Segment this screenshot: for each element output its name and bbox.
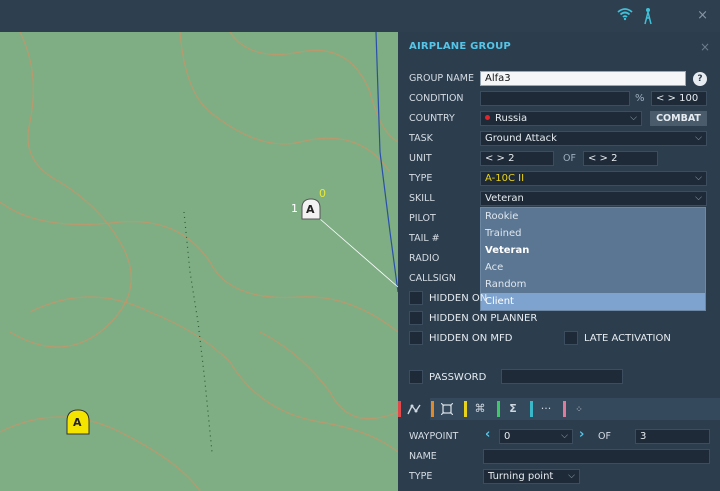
skill-option-random[interactable]: Random — [481, 276, 705, 293]
waypoint-name-input[interactable] — [483, 449, 710, 464]
waypoint-label: WAYPOINT — [409, 431, 459, 442]
group-name-input[interactable]: Alfa3 — [480, 71, 686, 86]
route-icon — [407, 404, 421, 415]
dots-icon: ··· — [540, 402, 552, 415]
task-value: Ground Attack — [485, 133, 557, 144]
help-icon[interactable]: ? — [693, 72, 707, 86]
skill-option-ace[interactable]: Ace — [481, 259, 705, 276]
waypoint-next-icon[interactable]: › — [579, 427, 584, 442]
tab-color-bar — [497, 401, 500, 417]
waypoint-of-label: OF — [598, 431, 611, 442]
country-select[interactable]: Russia ⌵ — [480, 111, 642, 126]
chevron-down-icon: ⌵ — [695, 173, 702, 183]
sigma-icon: Σ — [509, 402, 517, 415]
tab-color-bar — [563, 401, 566, 417]
tab-radio[interactable]: ··· — [530, 398, 562, 420]
skill-option-client[interactable]: Client — [481, 293, 705, 310]
skill-select[interactable]: Veteran ⌵ — [480, 191, 707, 206]
password-checkbox[interactable] — [409, 370, 423, 384]
unit-of-label: OF — [563, 153, 576, 164]
late-activation-label: LATE ACTIVATION — [584, 333, 671, 344]
hidden-on-mfd-label: HIDDEN ON MFD — [429, 333, 513, 344]
waypoint-prev-icon[interactable]: ‹ — [485, 427, 490, 442]
waypoint-type-select[interactable]: Turning point ⌵ — [483, 469, 580, 484]
tab-route[interactable] — [398, 398, 430, 420]
hidden-on-mfd-checkbox[interactable] — [409, 331, 423, 345]
skill-label: SKILL — [409, 193, 435, 204]
task-label: TASK — [409, 133, 433, 144]
type-value: A-10C II — [485, 173, 525, 184]
tail-label: TAIL # — [409, 233, 440, 244]
command-icon: ⌘ — [474, 402, 486, 415]
chevron-down-icon: ⌵ — [695, 133, 702, 143]
target-icon — [440, 402, 454, 416]
skill-option-veteran[interactable]: Veteran — [481, 242, 705, 259]
waypoint-value: 0 — [504, 431, 511, 442]
chevron-down-icon: ⌵ — [568, 471, 575, 481]
antenna-icon[interactable] — [641, 7, 655, 29]
hidden-on-map-checkbox[interactable] — [409, 291, 423, 305]
tab-triggers[interactable]: ⌘ — [464, 398, 496, 420]
waypoint-type-label: TYPE — [409, 471, 433, 482]
waypoint-total[interactable]: 3 — [635, 429, 710, 444]
tab-failures[interactable]: ⁘ — [563, 398, 595, 420]
group-name-label: GROUP NAME — [409, 73, 474, 84]
yellow-unit-marker[interactable]: A — [65, 409, 91, 435]
top-bar: × — [0, 0, 720, 32]
unit-marker-index: 1 — [291, 202, 298, 215]
tab-color-bar — [464, 401, 467, 417]
wifi-icon[interactable] — [617, 7, 633, 25]
late-activation-checkbox[interactable] — [564, 331, 578, 345]
type-select[interactable]: A-10C II ⌵ — [480, 171, 707, 186]
chevron-down-icon: ⌵ — [630, 113, 637, 123]
waypoint-select[interactable]: 0 ⌵ — [499, 429, 573, 444]
condition-stepper[interactable]: < > 100 — [651, 91, 707, 106]
tab-color-bar — [398, 401, 401, 417]
unit-marker-waypoint: 0 — [319, 187, 326, 200]
map-view[interactable]: A 1 0 A — [0, 32, 398, 491]
callsign-label: CALLSIGN — [409, 273, 457, 284]
unit-marker[interactable]: A — [300, 198, 322, 220]
type-label: TYPE — [409, 173, 433, 184]
radio-label: RADIO — [409, 253, 440, 264]
airplane-group-panel: AIRPLANE GROUP × GROUP NAME Alfa3 ? COND… — [398, 32, 720, 491]
waypoint-type-value: Turning point — [488, 471, 554, 482]
condition-input[interactable] — [480, 91, 630, 106]
russia-flag-icon — [485, 115, 490, 120]
waypoint-name-label: NAME — [409, 451, 437, 462]
password-label: PASSWORD — [429, 372, 487, 383]
skill-dropdown: Rookie Trained Veteran Ace Random Client — [480, 207, 706, 311]
password-input[interactable] — [501, 369, 623, 384]
sparkle-icon: ⁘ — [575, 405, 583, 415]
panel-title: AIRPLANE GROUP — [409, 41, 511, 52]
condition-percent: % — [635, 93, 645, 104]
unit-total-stepper[interactable]: < > 2 — [583, 151, 658, 166]
combat-button[interactable]: COMBAT — [650, 111, 707, 126]
window-close-icon[interactable]: × — [697, 8, 708, 23]
unit-label: UNIT — [409, 153, 432, 164]
country-label: COUNTRY — [409, 113, 455, 124]
skill-option-rookie[interactable]: Rookie — [481, 208, 705, 225]
map-terrain — [0, 32, 398, 491]
skill-option-trained[interactable]: Trained — [481, 225, 705, 242]
tab-color-bar — [530, 401, 533, 417]
unit-stepper[interactable]: < > 2 — [480, 151, 554, 166]
hidden-on-map-label: HIDDEN ON — [429, 293, 488, 304]
tab-summary[interactable]: Σ — [497, 398, 529, 420]
task-select[interactable]: Ground Attack ⌵ — [480, 131, 707, 146]
chevron-down-icon: ⌵ — [561, 431, 568, 441]
yellow-marker-letter: A — [73, 416, 82, 429]
pilot-label: PILOT — [409, 213, 436, 224]
panel-close-icon[interactable]: × — [700, 40, 710, 54]
hidden-on-planner-label: HIDDEN ON PLANNER — [429, 313, 538, 324]
panel-tab-bar: ⌘ Σ ··· ⁘ — [398, 398, 720, 420]
tab-payload[interactable] — [431, 398, 463, 420]
chevron-down-icon: ⌵ — [695, 193, 702, 203]
country-value: Russia — [495, 113, 528, 124]
tab-color-bar — [431, 401, 434, 417]
hidden-on-planner-checkbox[interactable] — [409, 311, 423, 325]
condition-label: CONDITION — [409, 93, 464, 104]
unit-marker-letter: A — [306, 203, 315, 216]
skill-value: Veteran — [485, 193, 524, 204]
